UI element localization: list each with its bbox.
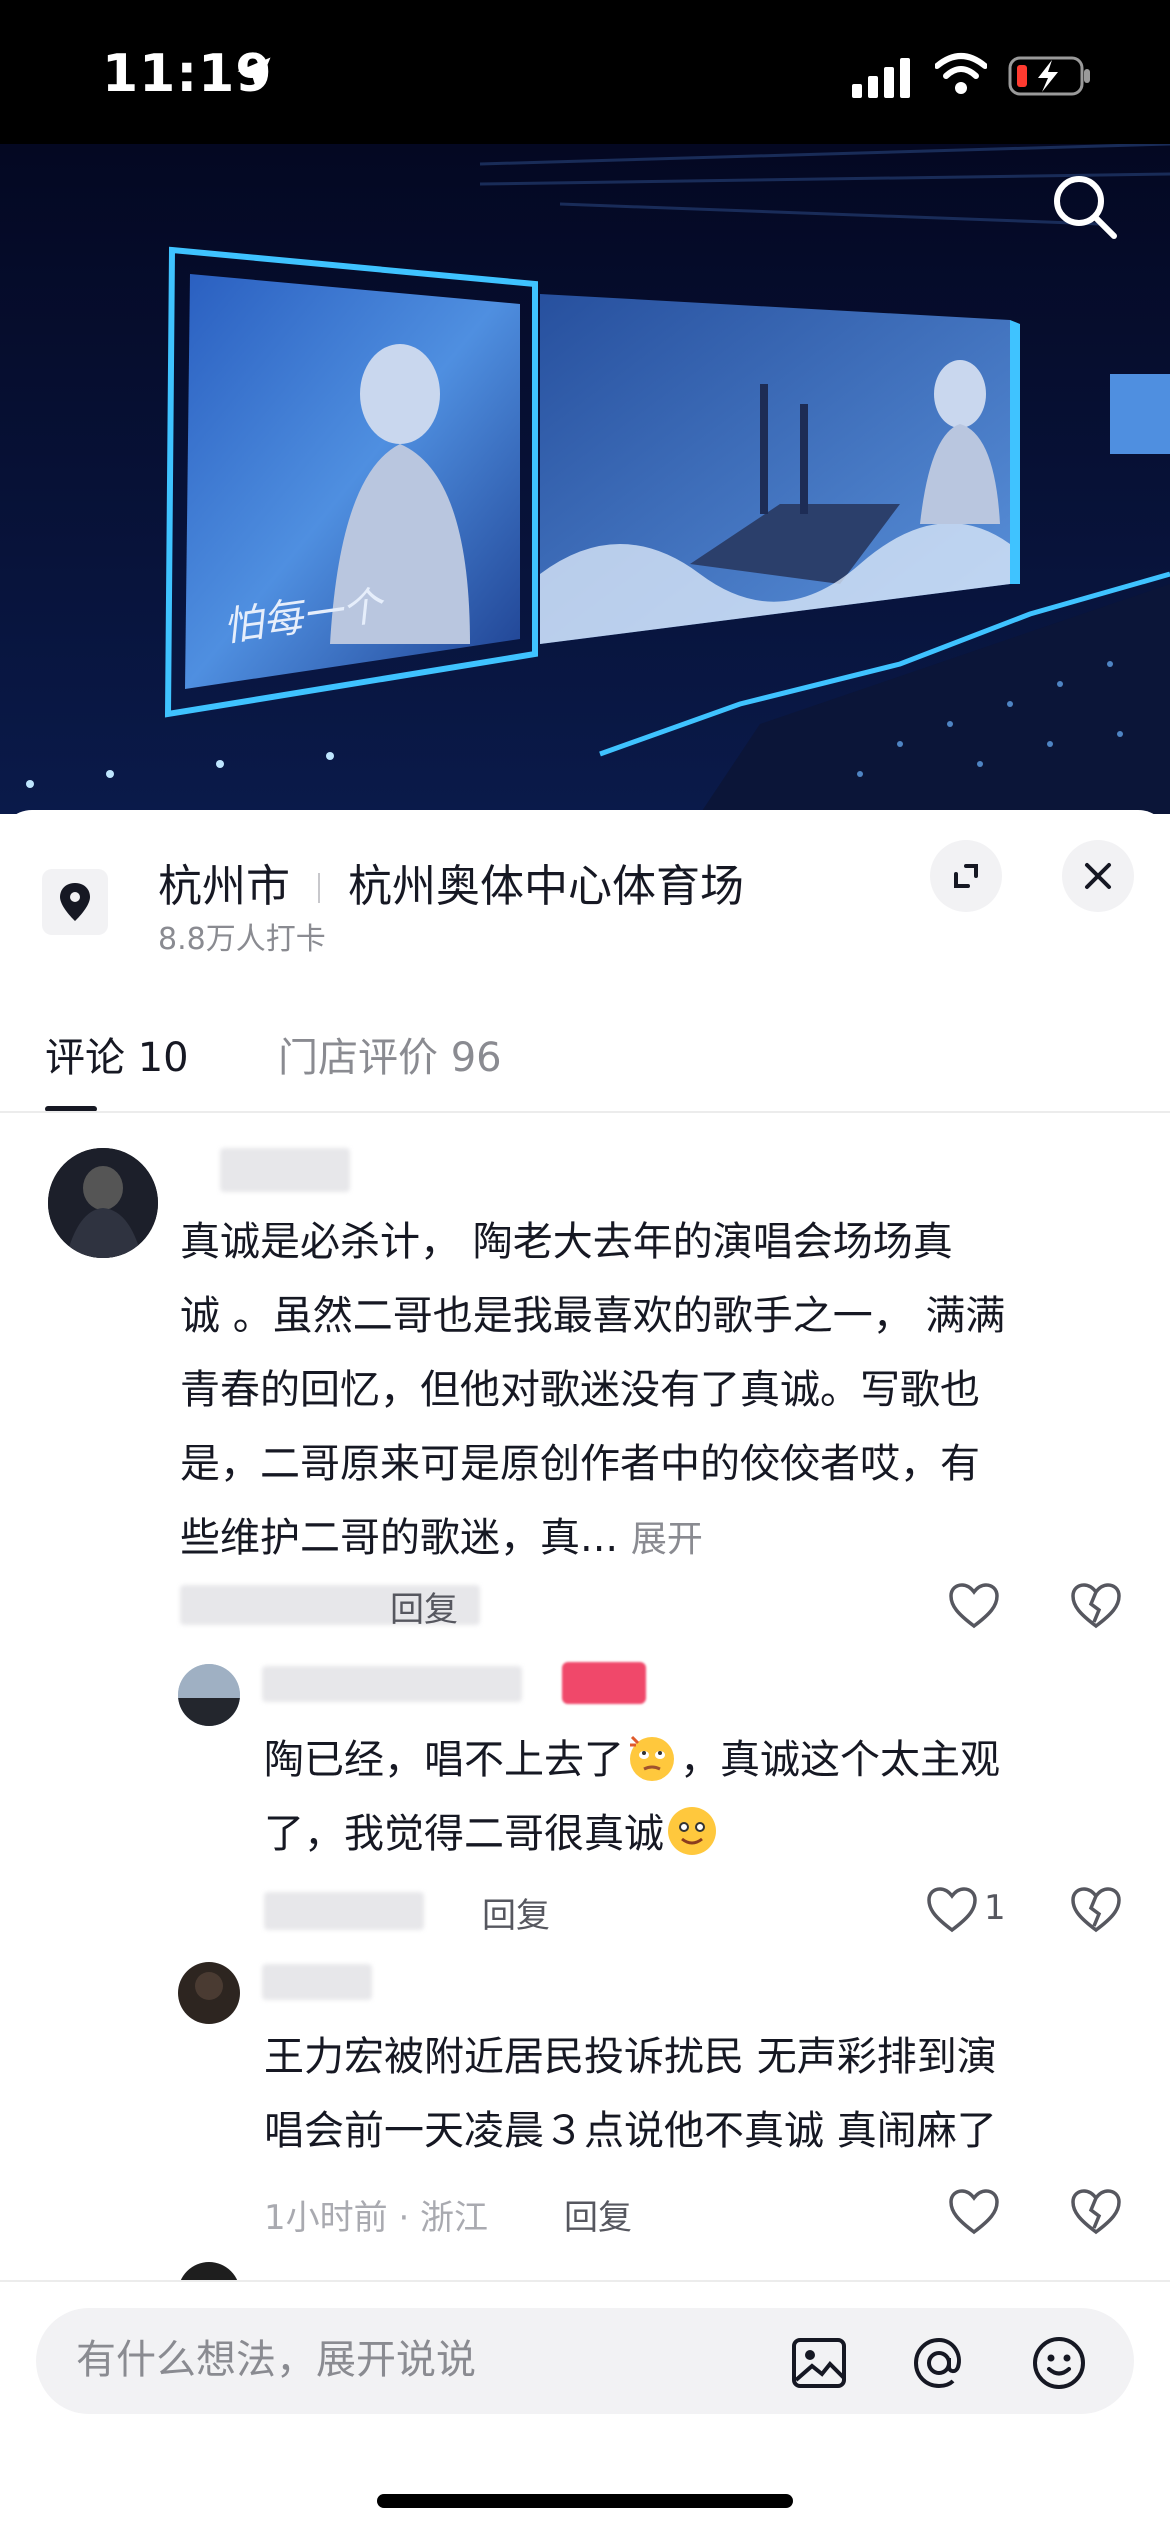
- place-city: 杭州市: [158, 861, 290, 912]
- poi-sheet: 杭州市 杭州奥体中心体育场 8.8万人打卡 评论 10 门店评价 96 真诚是必…: [0, 810, 1170, 2532]
- title-separator: [318, 873, 320, 903]
- avatar[interactable]: [48, 1148, 158, 1258]
- heart-icon[interactable]: [948, 1582, 1000, 1630]
- home-indicator[interactable]: [377, 2494, 793, 2508]
- close-icon: [1085, 863, 1111, 889]
- concert-stage-image: [0, 144, 1170, 814]
- reply-button[interactable]: 回复: [482, 1888, 550, 1937]
- reply-button[interactable]: 回复: [564, 2190, 632, 2239]
- close-button[interactable]: [1062, 840, 1134, 912]
- composer-top-border: [0, 2280, 1170, 2282]
- emoji-icon[interactable]: [1030, 2334, 1088, 2392]
- like-count: 1: [984, 1888, 1006, 1928]
- dislike-icon[interactable]: [1070, 2188, 1122, 2236]
- avatar-image: [178, 1962, 240, 2024]
- expand-link[interactable]: 展开: [631, 1519, 703, 1560]
- venue-photo: 怕每一个: [0, 144, 1170, 814]
- avatar[interactable]: [178, 1962, 240, 2024]
- comment-input[interactable]: [74, 2336, 758, 2384]
- reply-text: 王力宏被附近居民投诉扰民 无声彩排到演 唱会前一天凌晨３点说他不真诚 真闹麻了: [264, 2034, 997, 2154]
- username-redacted[interactable]: [262, 1964, 372, 2000]
- checkin-count: 8.8万人打卡: [158, 922, 326, 957]
- signal-icon: [852, 58, 910, 98]
- avatar-image: [178, 1664, 240, 1726]
- at-icon[interactable]: [910, 2334, 968, 2392]
- dislike-icon[interactable]: [1070, 1886, 1122, 1934]
- avatar-image: [48, 1148, 158, 1258]
- comment-text: 真诚是必杀计， 陶老大去年的演唱会场场真 诚 。虽然二哥也是我最喜欢的歌手之一，…: [180, 1219, 1006, 1561]
- place-title[interactable]: 杭州市 杭州奥体中心体育场: [158, 850, 744, 914]
- reply-text: 陶已经，唱不上去了 ，真诚这个太主观 了，我觉得二哥很真诚: [264, 1723, 1134, 1871]
- expand-button[interactable]: [930, 840, 1002, 912]
- reply-meta-redacted: [264, 1892, 424, 1930]
- avatar[interactable]: [178, 1664, 240, 1726]
- expand-icon: [954, 864, 978, 888]
- heart-icon[interactable]: [948, 2188, 1000, 2236]
- reply-button[interactable]: 回复: [390, 1582, 458, 1631]
- tabs-divider: [0, 1111, 1170, 1113]
- author-badge: [562, 1662, 646, 1704]
- tab-comments[interactable]: 评论 10: [45, 1025, 189, 1083]
- search-icon[interactable]: [1050, 172, 1120, 242]
- location-pin: [42, 869, 108, 935]
- dislike-icon[interactable]: [1070, 1582, 1122, 1630]
- eye-roll-emoji-icon: [630, 1735, 674, 1781]
- username-redacted[interactable]: [220, 1148, 350, 1192]
- wifi-icon: [935, 53, 987, 94]
- battery-icon: [1008, 56, 1090, 96]
- tab-store-reviews[interactable]: 门店评价 96: [278, 1025, 502, 1083]
- location-arrow-icon: [237, 57, 271, 91]
- username-redacted[interactable]: [262, 1666, 522, 1702]
- pin-icon: [60, 883, 90, 921]
- reply-meta: 1小时前 · 浙江: [264, 2198, 489, 2238]
- heart-icon[interactable]: [926, 1886, 978, 1934]
- smile-emoji-icon: [668, 1807, 716, 1855]
- place-venue: 杭州奥体中心体育场: [348, 861, 744, 912]
- comment-composer[interactable]: [36, 2308, 1134, 2414]
- status-bar: 11:19: [0, 0, 1170, 144]
- image-icon[interactable]: [790, 2334, 848, 2392]
